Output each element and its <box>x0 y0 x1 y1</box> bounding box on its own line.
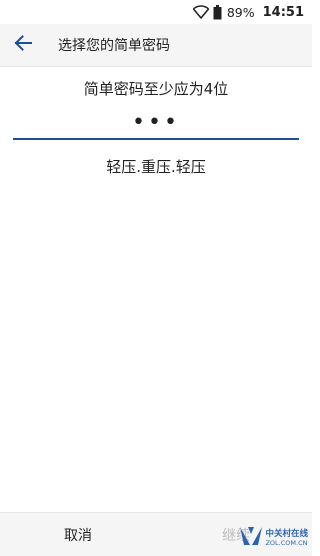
arrow-back-icon <box>14 35 32 55</box>
pin-instruction: 简单密码至少应为4位 <box>83 80 229 98</box>
battery-percentage: 89% <box>226 4 255 20</box>
status-bar: 89% 14:51 <box>0 0 312 24</box>
zol-logo-icon <box>239 525 263 551</box>
watermark-domain: ZOL.COM.CN <box>265 538 308 547</box>
watermark-name: 中关村在线 <box>265 529 308 539</box>
pin-input[interactable]: ••• <box>13 110 299 140</box>
back-button[interactable] <box>10 32 36 58</box>
cancel-button[interactable]: 取消 <box>64 525 92 545</box>
app-bar: 选择您的简单密码 <box>0 24 312 67</box>
clock: 14:51 <box>262 4 304 20</box>
wifi-icon <box>192 5 209 19</box>
pressure-pattern-hint: 轻压.重压.轻压 <box>106 158 206 176</box>
pin-input-value: ••• <box>132 110 180 135</box>
battery-icon <box>213 4 222 20</box>
page-title: 选择您的简单密码 <box>58 38 170 54</box>
watermark: 中关村在线 ZOL.COM.CN <box>239 525 308 551</box>
status-indicators: 89% 14:51 <box>192 3 304 21</box>
